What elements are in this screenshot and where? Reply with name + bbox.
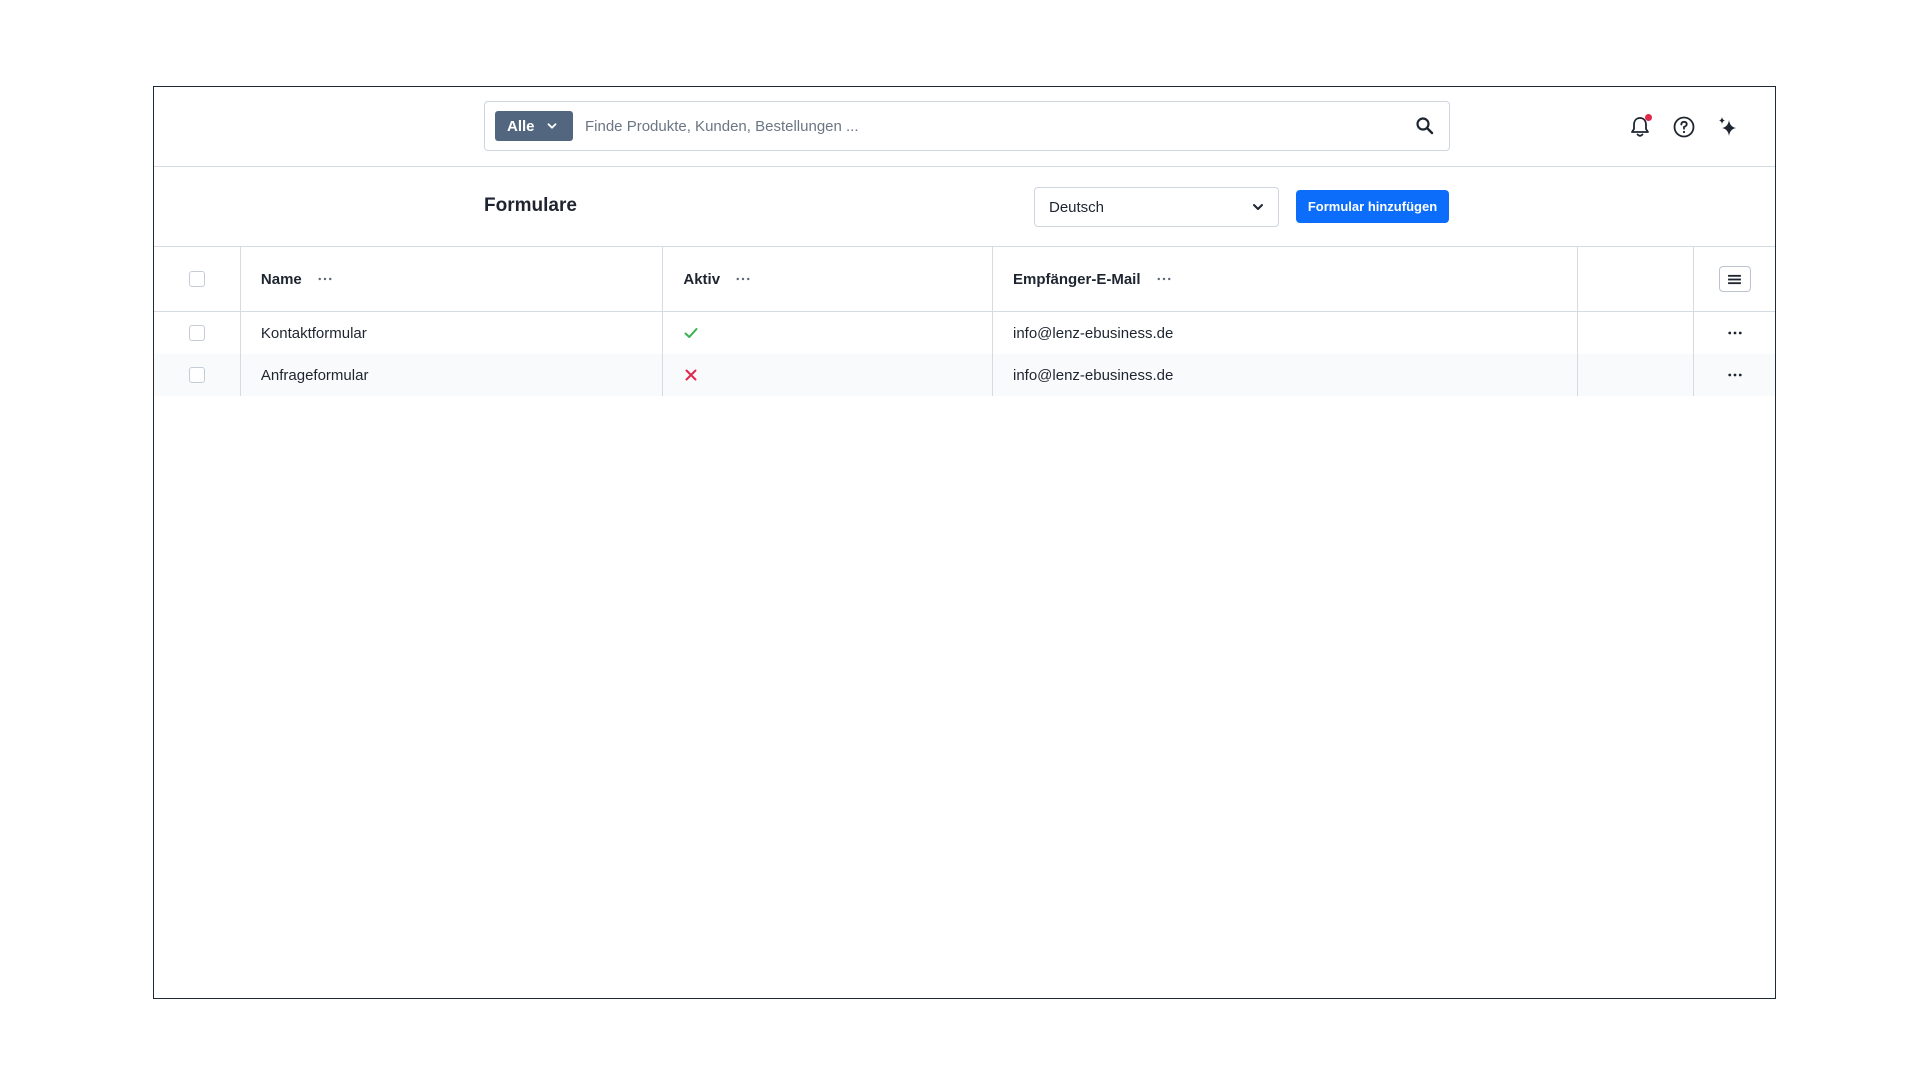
sparkle-icon xyxy=(1719,117,1736,136)
row-actions-button[interactable] xyxy=(1725,367,1745,383)
notification-dot xyxy=(1645,114,1652,121)
column-header-label: Name xyxy=(260,270,302,288)
cell-active xyxy=(662,312,992,354)
ai-assistant-button[interactable] xyxy=(1715,114,1741,140)
grid-settings-button[interactable] xyxy=(1718,266,1751,292)
table-row[interactable]: Kontaktformular info@lenz-ebusiness.de xyxy=(154,312,1775,354)
cell-email: info@lenz-ebusiness.de xyxy=(991,312,1577,354)
column-header-label: Empfänger-E-Mail xyxy=(1012,270,1141,288)
column-menu-button[interactable] xyxy=(736,271,752,287)
top-bar: Alle xyxy=(154,87,1775,167)
table-row[interactable]: Anfrageformular info@lenz-ebusiness.de xyxy=(154,354,1775,396)
cell-name[interactable]: Anfrageformular xyxy=(239,354,662,396)
row-checkbox[interactable] xyxy=(188,367,205,383)
cell-active xyxy=(662,354,992,396)
more-icon xyxy=(1727,331,1742,335)
cell-name[interactable]: Kontaktformular xyxy=(239,312,662,354)
more-icon xyxy=(736,277,750,281)
row-actions-cell xyxy=(1693,312,1775,354)
cell-spacer xyxy=(1577,312,1693,354)
page-header: Formulare Deutsch Formular hinzufügen xyxy=(154,167,1775,247)
more-icon xyxy=(1157,277,1170,281)
row-checkbox[interactable] xyxy=(188,325,205,341)
add-form-button[interactable]: Formular hinzufügen xyxy=(1296,190,1449,223)
search-button[interactable] xyxy=(1415,116,1435,136)
search-bar: Alle xyxy=(484,101,1450,151)
select-all-cell xyxy=(154,247,240,311)
row-select-cell xyxy=(154,312,240,354)
search-icon xyxy=(1416,117,1434,135)
column-header-spacer xyxy=(1577,247,1693,311)
column-header-email[interactable]: Empfänger-E-Mail xyxy=(991,247,1577,311)
row-actions-cell xyxy=(1693,354,1775,396)
row-select-cell xyxy=(154,354,240,396)
chevron-down-icon xyxy=(547,123,556,129)
column-menu-button[interactable] xyxy=(318,271,334,287)
language-select[interactable]: Deutsch xyxy=(1034,187,1279,227)
search-input[interactable] xyxy=(585,112,1385,140)
chevron-down-icon xyxy=(1253,204,1263,210)
table-header-row: Name Aktiv Empfänger-E-Mail xyxy=(154,247,1775,312)
page-title: Formulare xyxy=(484,195,577,216)
select-all-checkbox[interactable] xyxy=(188,271,205,287)
cell-spacer xyxy=(1577,354,1693,396)
check-icon xyxy=(684,328,698,338)
help-icon xyxy=(1673,116,1695,138)
cell-email: info@lenz-ebusiness.de xyxy=(991,354,1577,396)
more-icon xyxy=(318,277,332,281)
row-actions-button[interactable] xyxy=(1725,325,1745,341)
help-button[interactable] xyxy=(1671,114,1697,140)
column-header-label: Aktiv xyxy=(683,270,721,288)
more-icon xyxy=(1727,373,1742,377)
hamburger-icon xyxy=(1728,274,1741,284)
column-header-name[interactable]: Name xyxy=(239,247,662,311)
column-menu-button[interactable] xyxy=(1157,271,1173,287)
forms-table: Name Aktiv Empfänger-E-Mail Kontaktformu… xyxy=(154,247,1775,396)
app-window: Alle Formulare Deutsch Formular hinzufüg… xyxy=(153,86,1776,999)
notifications-button[interactable] xyxy=(1627,114,1653,140)
grid-settings-cell xyxy=(1693,247,1775,311)
search-scope-dropdown[interactable]: Alle xyxy=(495,111,573,141)
search-scope-label: Alle xyxy=(507,117,535,135)
column-header-aktiv[interactable]: Aktiv xyxy=(662,247,992,311)
close-icon xyxy=(685,369,697,381)
language-select-value: Deutsch xyxy=(1049,198,1105,216)
